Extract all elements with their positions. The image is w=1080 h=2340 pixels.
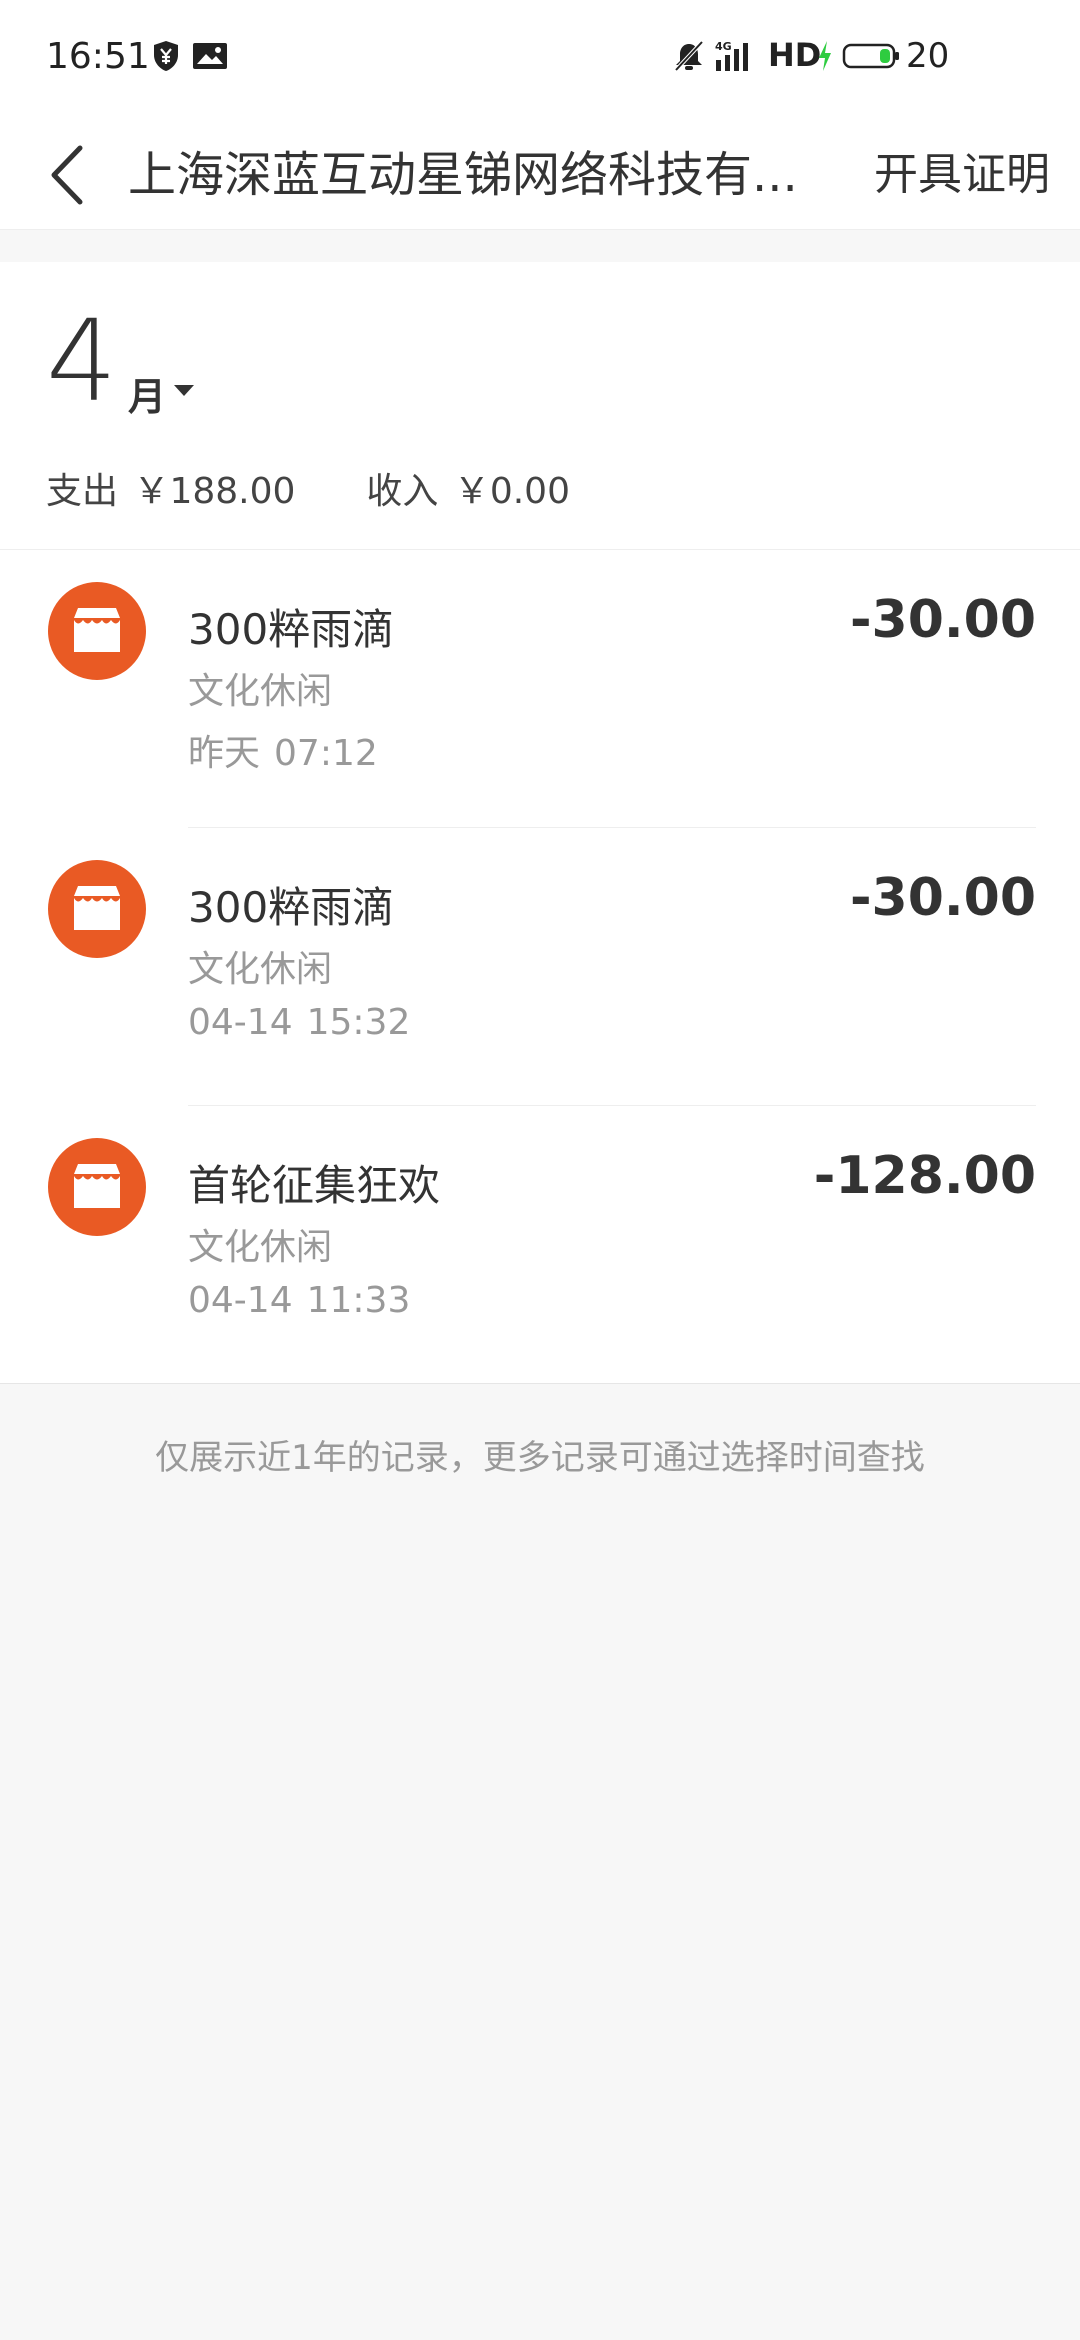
svg-text:4G: 4G — [715, 40, 732, 53]
bell-muted-icon — [674, 40, 704, 72]
expense-label: 支出 — [46, 471, 119, 512]
store-icon — [48, 1138, 146, 1236]
transaction-amount: -30.00 — [849, 590, 1036, 650]
chevron-left-icon — [51, 145, 83, 205]
battery-icon — [842, 43, 899, 69]
transaction-category: 文化休闲 — [188, 671, 333, 712]
shield-yuan-icon — [154, 41, 178, 71]
month-number: 4 — [46, 297, 118, 427]
transaction-time: 昨天 07:12 — [188, 724, 378, 776]
footer-note: 仅展示近1年的记录，更多记录可通过选择时间查找 — [155, 1438, 925, 1478]
status-bar: 16:51 4G HD 20 — [0, 0, 1080, 120]
income-value: ￥0.00 — [453, 471, 570, 512]
transaction-category: 文化休闲 — [188, 1227, 333, 1268]
store-icon — [48, 582, 146, 680]
issue-certificate-button[interactable]: 开具证明 — [874, 140, 1050, 210]
transaction-date: 04-14 — [188, 1002, 293, 1043]
charging-bolt-icon — [819, 41, 831, 71]
transaction-amount: -30.00 — [849, 868, 1036, 928]
transaction-time: 04-14 15:32 — [188, 1002, 410, 1043]
month-unit: 月 — [128, 375, 167, 419]
image-icon — [193, 43, 227, 69]
title-bar: 上海深蓝互动星锑网络科技有... 开具证明 — [0, 120, 1080, 230]
status-time: 16:51 — [46, 36, 150, 77]
transaction-date: 04-14 — [188, 1280, 293, 1321]
transaction-row[interactable]: 300粹雨滴 文化休闲 04-14 15:32 -30.00 — [0, 828, 1080, 1106]
transaction-row[interactable]: 300粹雨滴 文化休闲 昨天 07:12 -30.00 — [0, 550, 1080, 828]
month-summary: 4 月 支出 ￥188.00 收入 ￥0.00 — [0, 262, 1080, 550]
month-totals: 支出 ￥188.00 收入 ￥0.00 — [46, 462, 574, 514]
signal-4g-icon: 4G — [715, 40, 748, 71]
hd-label: HD — [768, 36, 822, 74]
caret-down-icon — [174, 385, 194, 396]
transaction-clock: 11:33 — [306, 1280, 411, 1321]
transaction-title: 300粹雨滴 — [188, 605, 395, 654]
transaction-title: 300粹雨滴 — [188, 883, 395, 932]
expense-value: ￥188.00 — [133, 471, 296, 512]
transaction-amount: -128.00 — [813, 1146, 1036, 1206]
transaction-title: 首轮征集狂欢 — [188, 1161, 441, 1210]
transaction-time: 04-14 11:33 — [188, 1280, 410, 1321]
transaction-clock: 07:12 — [274, 733, 378, 774]
transaction-date: 昨天 — [188, 733, 261, 774]
page-title: 上海深蓝互动星锑网络科技有... — [128, 147, 798, 203]
back-button[interactable] — [30, 130, 120, 220]
transaction-row[interactable]: 首轮征集狂欢 文化休闲 04-14 11:33 -128.00 — [0, 1106, 1080, 1384]
transaction-list: 300粹雨滴 文化休闲 昨天 07:12 -30.00 300粹雨滴 文化休闲 0… — [0, 550, 1080, 1384]
income-label: 收入 — [366, 471, 439, 512]
transaction-category: 文化休闲 — [188, 949, 333, 990]
store-icon — [48, 860, 146, 958]
battery-level: 20 — [906, 36, 950, 76]
transaction-clock: 15:32 — [306, 1002, 411, 1043]
